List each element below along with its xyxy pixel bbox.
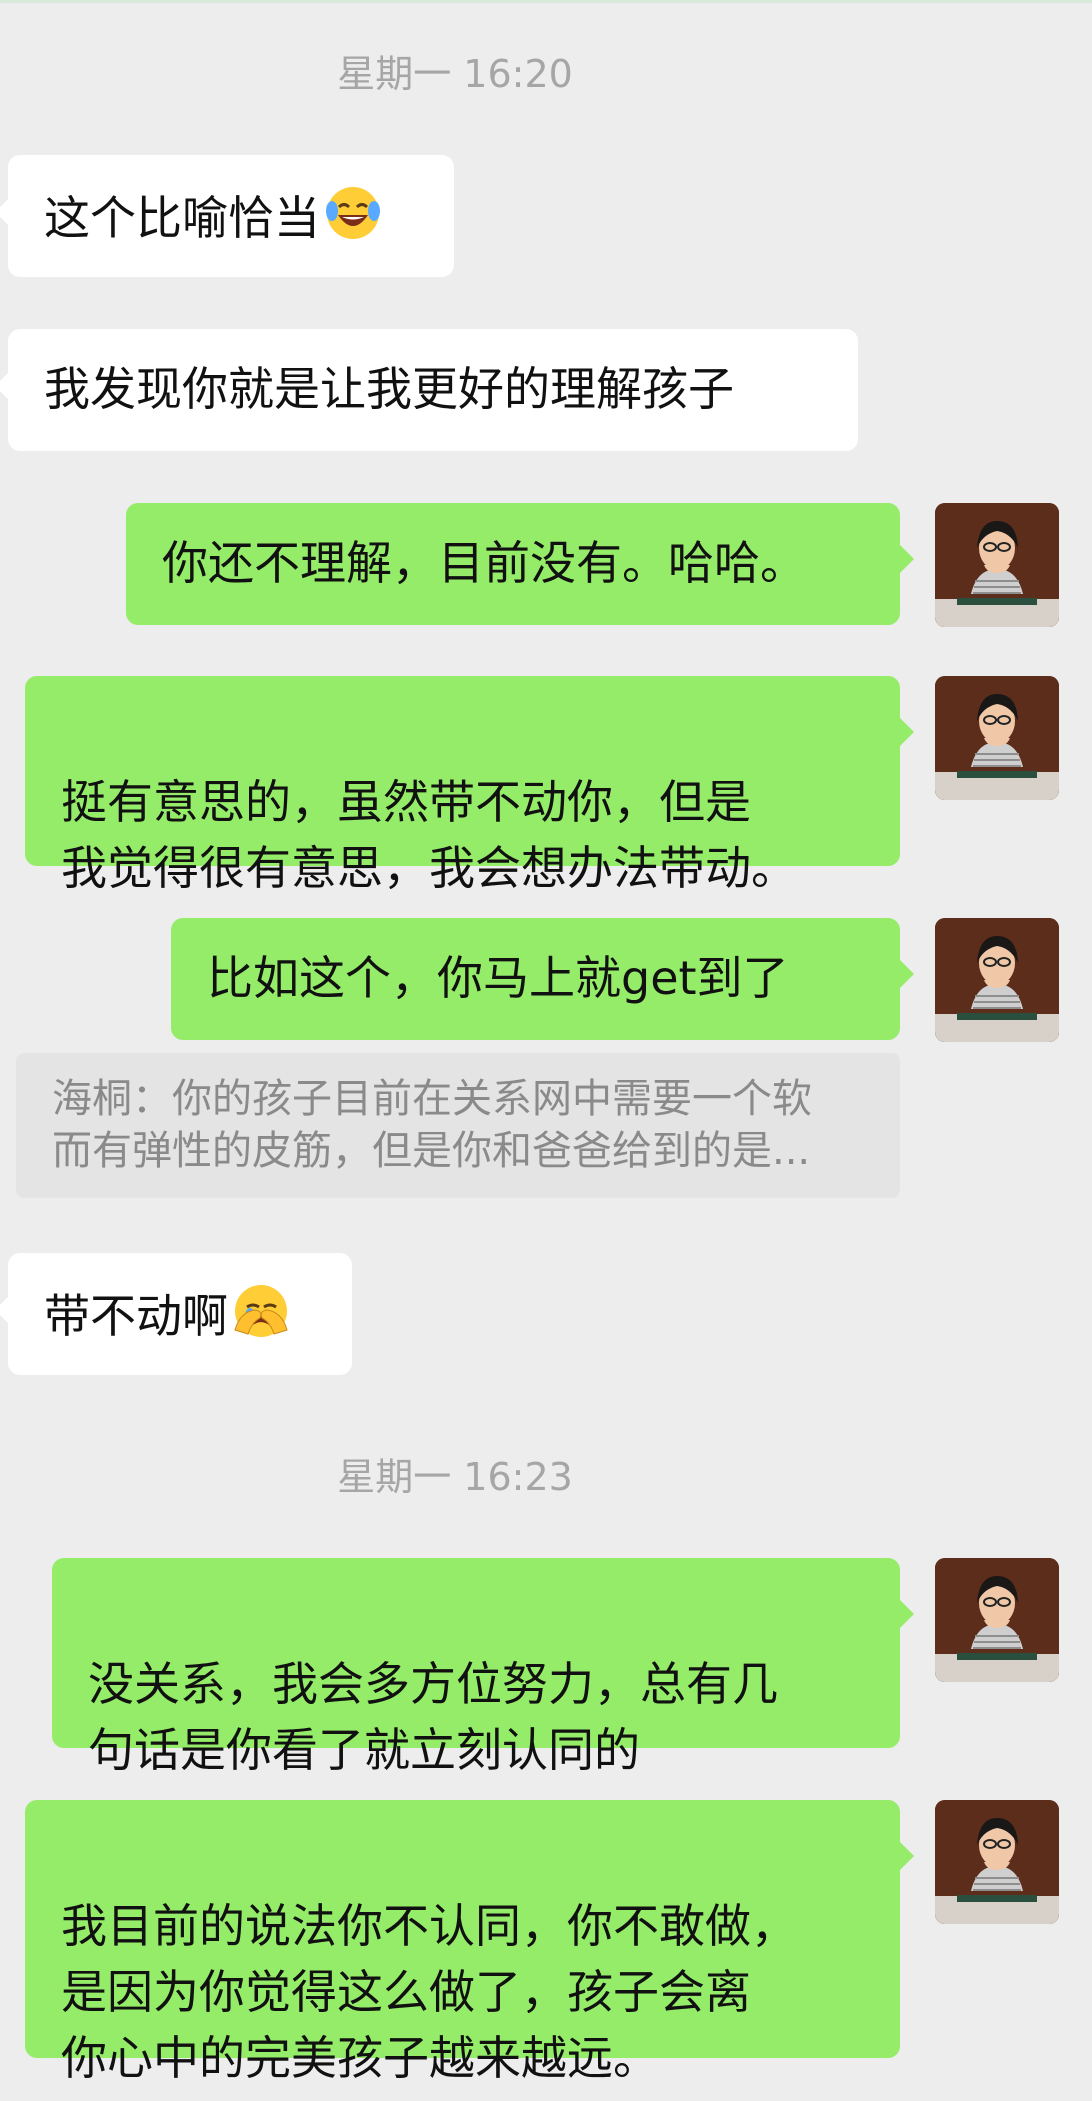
timestamp: 星期一 16:20 [337,52,573,96]
tears-of-joy-emoji-icon [322,182,384,244]
outgoing-message[interactable]: 你还不理解，目前没有。哈哈。 [126,503,914,625]
outgoing-message[interactable]: 没关系，我会多方位努力，总有几 句话是你看了就立刻认同的 [52,1558,914,1777]
message-text: 带不动啊 [44,1289,228,1343]
user-avatar[interactable] [935,1800,1059,1924]
user-avatar[interactable] [935,676,1059,800]
incoming-message[interactable]: 我发现你就是让我更好的理解孩子 [0,329,858,451]
message-text: 这个比喻恰当 [44,191,320,245]
chat-screen: 星期一 16:20 这个比喻恰当 我发现你就是让我更好的理解孩子 你还不理解，目… [0,0,1092,2101]
user-avatar[interactable] [935,918,1059,1042]
user-avatar[interactable] [935,1558,1059,1682]
user-avatar[interactable] [935,503,1059,627]
message-text: 挺有意思的，虽然带不动你，但是 我觉得很有意思，我会想办法带动。 [61,775,797,895]
message-text: 你还不理解，目前没有。哈哈。 [162,536,806,590]
face-palm-crying-emoji-icon [230,1280,292,1342]
incoming-message[interactable]: 这个比喻恰当 [0,155,454,277]
timestamp: 星期一 16:23 [337,1455,573,1499]
message-text: 比如这个，你马上就get到了 [207,951,789,1005]
message-text: 没关系，我会多方位努力，总有几 句话是你看了就立刻认同的 [88,1657,778,1777]
message-text: 我发现你就是让我更好的理解孩子 [44,362,734,416]
outgoing-message[interactable]: 我目前的说法你不认同，你不敢做， 是因为你觉得这么做了，孩子会离 你心中的完美孩… [25,1800,914,2085]
quoted-message[interactable]: 海桐：你的孩子目前在关系网中需要一个软 而有弹性的皮筋，但是你和爸爸给到的是..… [16,1053,900,1198]
outgoing-message[interactable]: 比如这个，你马上就get到了 [171,918,914,1040]
incoming-message[interactable]: 带不动啊 [0,1253,352,1375]
message-text: 我目前的说法你不认同，你不敢做， 是因为你觉得这么做了，孩子会离 你心中的完美孩… [61,1899,797,2085]
outgoing-message[interactable]: 挺有意思的，虽然带不动你，但是 我觉得很有意思，我会想办法带动。 [25,676,914,895]
